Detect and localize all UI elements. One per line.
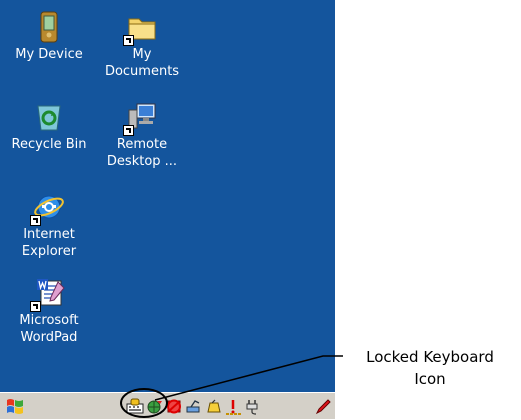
- desktop-icon-my-documents[interactable]: My Documents: [92, 10, 192, 80]
- shortcut-arrow-icon: [30, 215, 41, 226]
- desktop-icon-label: Documents: [104, 64, 180, 79]
- desktop-icon-label: Desktop ...: [106, 154, 178, 169]
- pen-icon[interactable]: [314, 398, 332, 415]
- volume-icon[interactable]: [205, 398, 223, 415]
- callout-label-line1: Locked Keyboard: [366, 348, 494, 366]
- desktop-icon-label: Remote: [116, 137, 168, 152]
- power-plug-icon[interactable]: [244, 398, 262, 415]
- desktop-icon-label: WordPad: [20, 330, 78, 345]
- desktop-icon-label: My: [132, 47, 152, 62]
- desktop-icon-recycle-bin[interactable]: Recycle Bin: [0, 100, 99, 153]
- desktop-icon-label: Microsoft: [19, 313, 79, 328]
- desktop: My Device My Documents Recycle Bin Remot…: [0, 0, 335, 419]
- windows-start-icon[interactable]: [4, 396, 26, 416]
- desktop-icon-internet-explorer[interactable]: Internet Explorer: [0, 190, 99, 260]
- battery-low-icon[interactable]: [225, 398, 243, 415]
- recycle-bin-icon: [32, 100, 66, 134]
- wordpad-icon: [30, 276, 66, 312]
- desktop-icon-my-device[interactable]: My Device: [0, 10, 99, 63]
- desktop-icon-label: Recycle Bin: [11, 137, 87, 152]
- desktop-icon-wordpad[interactable]: Microsoft WordPad: [0, 276, 99, 346]
- remote-desktop-icon: [123, 100, 159, 136]
- folder-icon: [123, 10, 159, 46]
- shortcut-arrow-icon: [30, 301, 41, 312]
- callout-ellipse: [120, 388, 168, 418]
- internet-explorer-icon: [30, 190, 66, 226]
- connection-icon[interactable]: [185, 398, 203, 415]
- desktop-icon-label: My Device: [15, 47, 83, 62]
- callout-label: Locked Keyboard Icon: [345, 346, 515, 390]
- shortcut-arrow-icon: [123, 125, 134, 136]
- desktop-icon-remote-desktop[interactable]: Remote Desktop ...: [92, 100, 192, 170]
- pda-device-icon: [32, 10, 66, 44]
- shortcut-arrow-icon: [123, 35, 134, 46]
- desktop-icon-label: Internet: [23, 227, 75, 242]
- desktop-icon-label: Explorer: [21, 244, 77, 259]
- callout-label-line2: Icon: [414, 370, 446, 388]
